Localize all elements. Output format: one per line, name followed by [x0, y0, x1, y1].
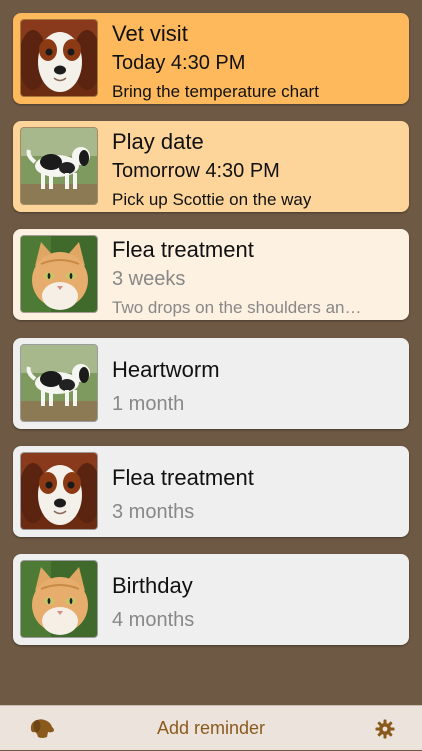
cat-portrait-icon — [20, 560, 98, 638]
reminder-card[interactable]: Play date Tomorrow 4:30 PM Pick up Scott… — [13, 121, 409, 212]
reminder-card[interactable]: Vet visit Today 4:30 PM Bring the temper… — [13, 13, 409, 104]
reminder-card[interactable]: Birthday 4 months — [13, 554, 409, 645]
reminder-list: Vet visit Today 4:30 PM Bring the temper… — [0, 0, 422, 705]
reminder-title: Birthday — [112, 573, 193, 598]
reminder-note: Two drops on the shoulders an… — [112, 298, 362, 317]
reminder-note: Pick up Scottie on the way — [112, 190, 312, 209]
spaniel-standing-icon — [20, 127, 98, 205]
reminder-card[interactable]: Flea treatment 3 weeks Two drops on the … — [13, 229, 409, 320]
reminder-when: 3 weeks — [112, 268, 186, 290]
add-reminder-button[interactable]: Add reminder — [111, 706, 311, 751]
reminder-title: Vet visit — [112, 21, 188, 46]
spaniel-standing-icon — [20, 344, 98, 422]
reminder-title: Play date — [112, 129, 204, 154]
reminder-when: Today 4:30 PM — [112, 52, 246, 74]
reminder-when: 1 month — [112, 393, 185, 415]
cat-portrait-icon — [20, 235, 98, 313]
reminder-when: 3 months — [112, 501, 195, 523]
gear-icon[interactable] — [374, 718, 396, 740]
spaniel-portrait-icon — [20, 452, 98, 530]
reminder-card[interactable]: Heartworm 1 month — [13, 338, 409, 429]
reminder-note: Bring the temperature chart — [112, 82, 319, 101]
reminder-when: 4 months — [112, 609, 195, 631]
reminder-when: Tomorrow 4:30 PM — [112, 160, 280, 182]
reminder-title: Flea treatment — [112, 465, 254, 490]
reminder-title: Flea treatment — [112, 237, 254, 262]
dog-head-icon[interactable] — [28, 716, 56, 740]
reminder-card[interactable]: Flea treatment 3 months — [13, 446, 409, 537]
spaniel-portrait-icon — [20, 19, 98, 97]
bottom-toolbar: Add reminder — [0, 705, 422, 750]
reminder-title: Heartworm — [112, 357, 220, 382]
